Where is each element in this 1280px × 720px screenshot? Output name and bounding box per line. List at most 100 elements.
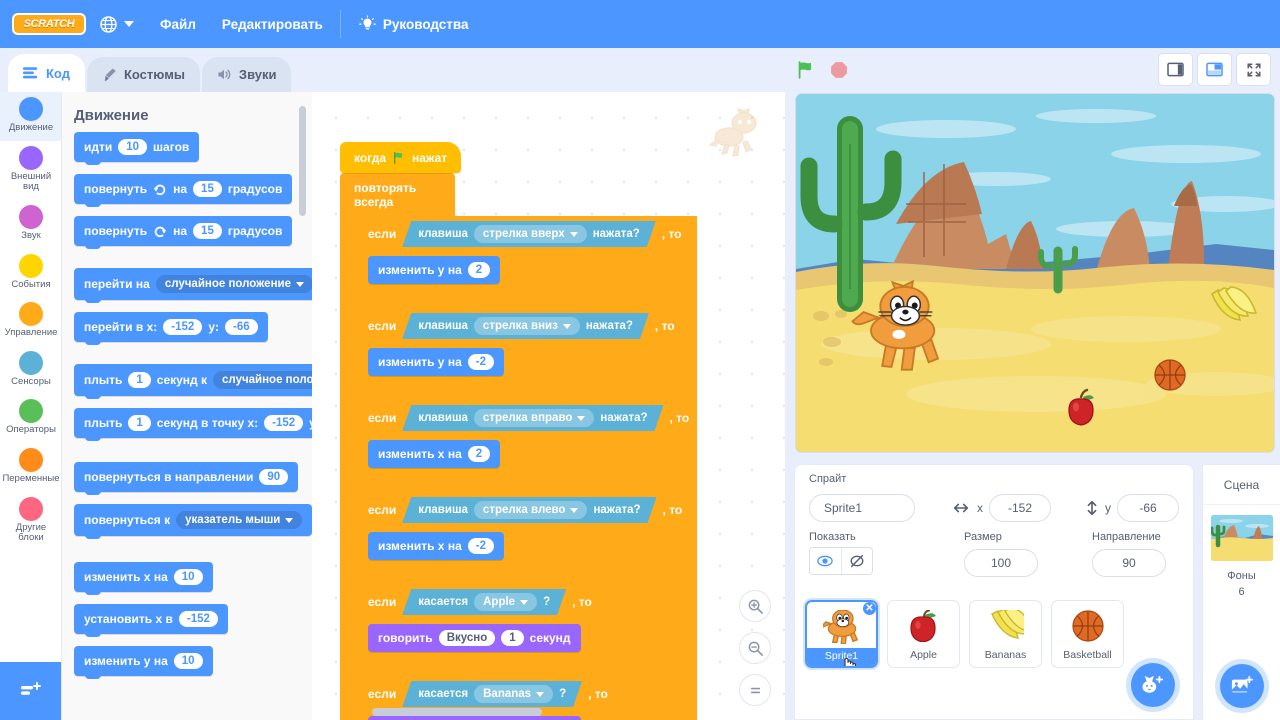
block-key-pressed-up[interactable]: клавиша стрелка вверх нажата? <box>402 221 656 247</box>
block-input-secs[interactable]: 1 <box>128 372 151 388</box>
block-say-for-seconds[interactable]: говорить Вкусно 1 секунд <box>368 716 581 720</box>
block-input-y[interactable]: -66 <box>224 319 258 335</box>
palette-block-change-y[interactable]: изменить y на 10 <box>74 646 213 679</box>
block-input-x[interactable]: -152 <box>178 611 218 627</box>
key-dropdown[interactable]: стрелка вниз <box>474 317 580 335</box>
script-stack[interactable]: когда нажат повторять всегда если клавиш… <box>340 142 698 720</box>
block-forever[interactable]: повторять всегда <box>340 173 455 216</box>
sprite-card-sprite1[interactable]: ✕ Sprite1 <box>805 600 878 668</box>
block-if-key-up[interactable]: если клавиша стрелка вверх нажата? , то <box>354 216 698 301</box>
zoom-out-button[interactable] <box>739 632 771 664</box>
category-my-blocks[interactable]: Другие блоки <box>0 492 61 551</box>
block-input-dx[interactable]: -2 <box>467 538 494 554</box>
block-if-key-right[interactable]: если клавиша стрелка вправо нажата? , то <box>354 400 698 485</box>
sprite-card-basketball[interactable]: Basketball <box>1051 600 1124 668</box>
palette-block-glideto[interactable]: плыть 1 секунд к случайное положение <box>74 364 312 399</box>
fullscreen-button[interactable] <box>1237 54 1270 85</box>
block-key-pressed-right[interactable]: клавиша стрелка вправо нажата? <box>402 405 663 431</box>
palette-block-point-towards[interactable]: повернуться к указатель мыши <box>74 504 312 539</box>
block-input-secs[interactable]: 1 <box>128 415 151 431</box>
category-sound[interactable]: Звук <box>0 200 61 249</box>
key-dropdown[interactable]: стрелка вправо <box>474 409 594 427</box>
block-dropdown-target[interactable]: случайное положение <box>213 371 312 389</box>
sprite-card-apple[interactable]: Apple <box>887 600 960 668</box>
palette-block-set-x[interactable]: установить x в -152 <box>74 604 228 637</box>
palette-block-gotoxy[interactable]: перейти в x: -152 y: -66 <box>74 312 268 345</box>
stage-thumbnail[interactable] <box>1210 515 1273 561</box>
block-when-flag-clicked[interactable]: когда нажат <box>340 142 462 173</box>
visibility-toggle[interactable] <box>809 547 873 575</box>
zoom-reset-button[interactable] <box>739 674 771 706</box>
block-input-seconds[interactable]: 1 <box>501 630 524 646</box>
scratch-logo[interactable]: SCRATCH <box>12 13 86 35</box>
sprite-card-bananas[interactable]: Bananas <box>969 600 1042 668</box>
category-operators[interactable]: Операторы <box>0 394 61 443</box>
block-input-x[interactable]: -152 <box>264 415 304 431</box>
show-sprite-button[interactable] <box>810 548 841 574</box>
block-change-x[interactable]: изменить x на 2 <box>368 440 501 468</box>
block-input-dy[interactable]: 10 <box>173 653 203 669</box>
script-canvas[interactable]: когда нажат повторять всегда если клавиш… <box>312 92 785 720</box>
stop-button[interactable] <box>829 60 849 80</box>
block-if-key-left[interactable]: если клавиша стрелка влево нажата? , то <box>354 492 698 577</box>
block-input-dy[interactable]: 2 <box>467 262 491 278</box>
palette-block-change-x[interactable]: изменить x на 10 <box>74 562 213 595</box>
block-input-steps[interactable]: 10 <box>118 139 148 155</box>
delete-sprite-button[interactable]: ✕ <box>861 602 876 617</box>
palette-block-turn-left[interactable]: повернуть на 15 градусов <box>74 216 293 249</box>
block-palette[interactable]: Движение идти 10 шагов повернуть на 15 г… <box>62 92 312 720</box>
sprite-y-input[interactable]: -66 <box>1117 494 1179 522</box>
block-touching-apple[interactable]: касается Apple ? <box>402 589 566 615</box>
palette-block-move[interactable]: идти 10 шагов <box>74 132 200 165</box>
category-looks[interactable]: Внешний вид <box>0 141 61 200</box>
block-key-pressed-left[interactable]: клавиша стрелка влево нажата? <box>402 497 656 523</box>
block-say-for-seconds[interactable]: говорить Вкусно 1 секунд <box>368 624 581 652</box>
block-input-direction[interactable]: 90 <box>259 469 289 485</box>
touch-target-dropdown[interactable]: Apple <box>474 593 537 611</box>
add-extension-button[interactable] <box>0 662 61 720</box>
category-variables[interactable]: Переменные <box>0 443 61 492</box>
key-dropdown[interactable]: стрелка вверх <box>474 225 587 243</box>
block-touching-bananas[interactable]: касается Bananas ? <box>402 681 582 707</box>
block-if-touching-apple[interactable]: если касается Apple ? , то говорить Вкус… <box>354 584 698 669</box>
palette-block-glidexy[interactable]: плыть 1 секунд в точку x: -152 y: -66 <box>74 408 312 441</box>
palette-block-goto[interactable]: перейти на случайное положение <box>74 268 312 303</box>
block-key-pressed-down[interactable]: клавиша стрелка вниз нажата? <box>402 313 649 339</box>
block-dropdown-target[interactable]: случайное положение <box>155 275 312 293</box>
block-input-x[interactable]: -152 <box>163 319 203 335</box>
category-motion[interactable]: Движение <box>0 92 61 141</box>
sprite-x-input[interactable]: -152 <box>989 494 1051 522</box>
palette-block-point-direction[interactable]: повернуться в направлении 90 <box>74 462 299 495</box>
block-input-degrees[interactable]: 15 <box>193 223 222 239</box>
palette-scrollbar[interactable] <box>299 106 306 216</box>
small-stage-button[interactable] <box>1159 54 1192 85</box>
block-input-dx[interactable]: 10 <box>173 569 203 585</box>
language-selector[interactable] <box>86 0 147 48</box>
add-backdrop-button[interactable] <box>1220 664 1264 708</box>
category-sensing[interactable]: Сенсоры <box>0 346 61 395</box>
tab-costumes[interactable]: Костюмы <box>86 57 200 92</box>
menu-tutorials[interactable]: Руководства <box>345 0 482 48</box>
block-input-degrees[interactable]: 15 <box>193 181 222 197</box>
block-change-y[interactable]: изменить y на -2 <box>368 348 504 376</box>
category-events[interactable]: События <box>0 249 61 298</box>
category-control[interactable]: Управление <box>0 297 61 346</box>
canvas-horizontal-scrollbar[interactable] <box>372 708 542 716</box>
block-if-key-down[interactable]: если клавиша стрелка вниз нажата? , то и… <box>354 308 698 393</box>
block-input-dy[interactable]: -2 <box>467 354 494 370</box>
touch-target-dropdown[interactable]: Bananas <box>474 685 553 703</box>
zoom-in-button[interactable] <box>739 590 771 622</box>
palette-block-turn-right[interactable]: повернуть на 15 градусов <box>74 174 293 207</box>
block-input-dx[interactable]: 2 <box>467 446 491 462</box>
menu-edit[interactable]: Редактировать <box>209 0 336 48</box>
sprite-direction-input[interactable]: 90 <box>1092 549 1166 577</box>
add-sprite-button[interactable] <box>1131 663 1175 707</box>
key-dropdown[interactable]: стрелка влево <box>474 501 588 519</box>
tab-sounds[interactable]: Звуки <box>201 57 292 92</box>
block-dropdown-towards[interactable]: указатель мыши <box>176 511 303 529</box>
large-stage-button[interactable] <box>1198 54 1231 85</box>
block-change-y[interactable]: изменить y на 2 <box>368 256 501 284</box>
sprite-size-input[interactable]: 100 <box>964 549 1038 577</box>
tab-code[interactable]: Код <box>8 54 85 92</box>
green-flag-button[interactable] <box>795 59 817 81</box>
